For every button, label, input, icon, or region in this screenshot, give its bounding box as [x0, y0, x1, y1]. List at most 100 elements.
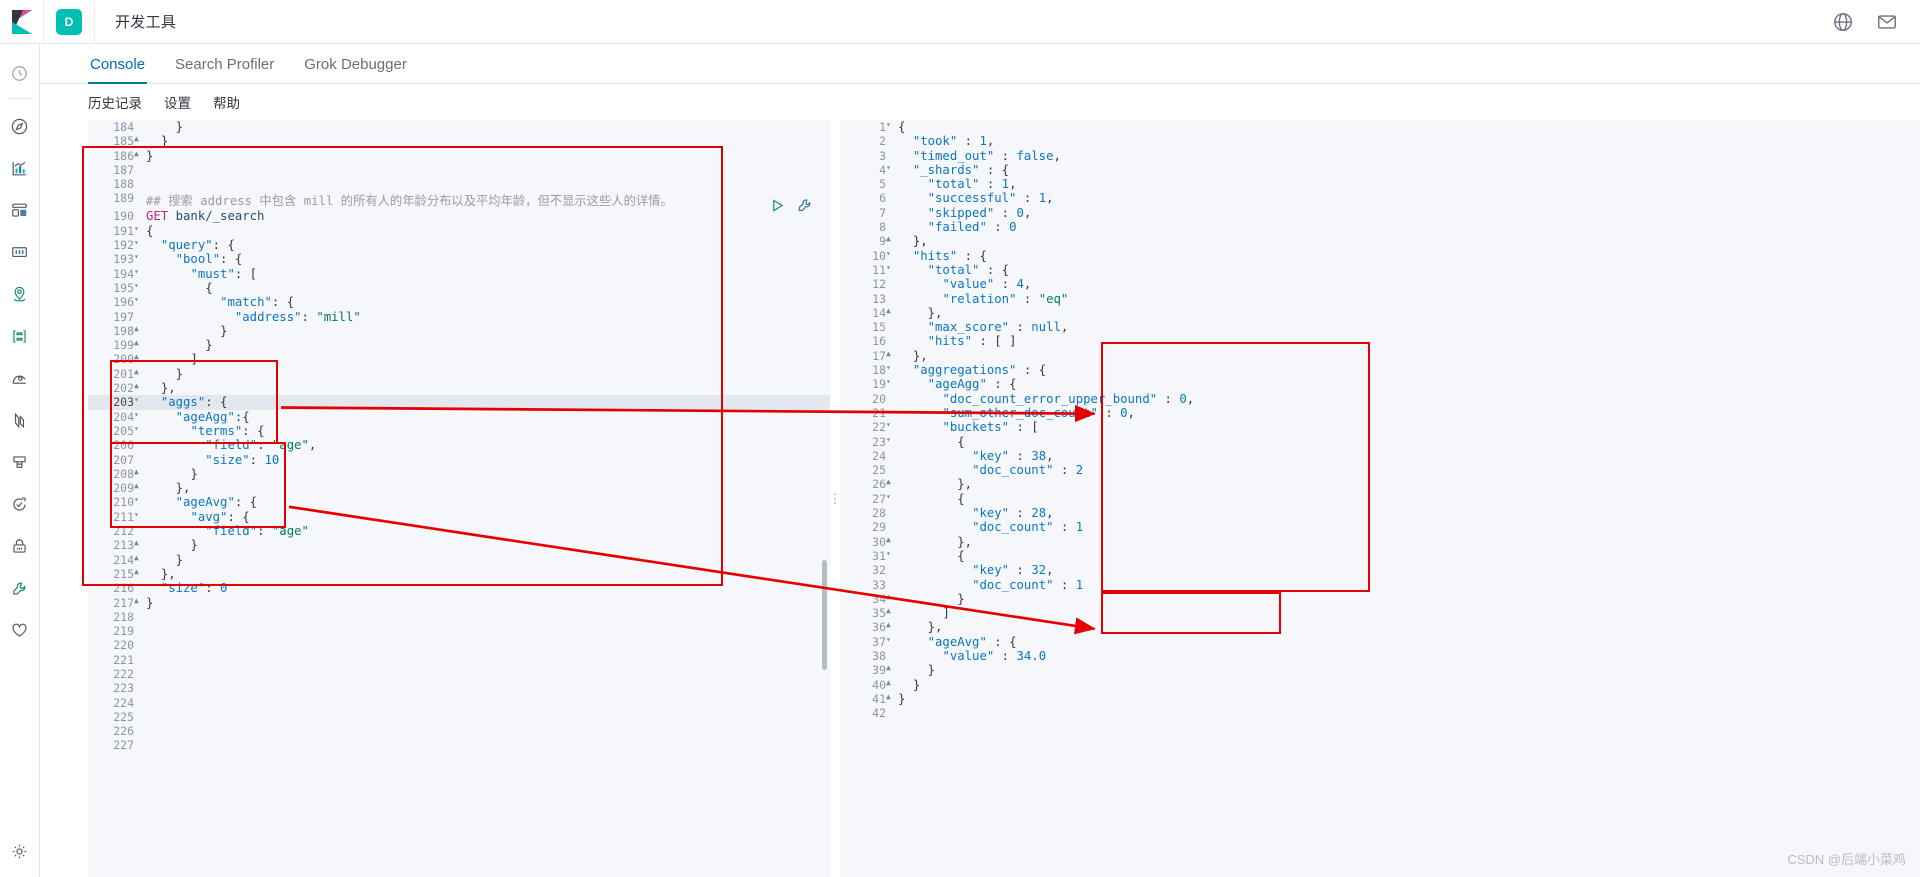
- fold-toggle-icon[interactable]: [134, 710, 146, 724]
- code-line[interactable]: 202 ▲ },: [88, 381, 830, 396]
- fold-toggle-icon[interactable]: ▾: [134, 395, 146, 410]
- code-line[interactable]: 224: [88, 695, 830, 710]
- fold-toggle-icon[interactable]: [886, 520, 898, 534]
- globe-icon[interactable]: [1832, 11, 1854, 33]
- fold-toggle-icon[interactable]: [886, 134, 898, 148]
- fold-toggle-icon[interactable]: [886, 206, 898, 220]
- fold-toggle-icon[interactable]: ▲: [134, 338, 146, 352]
- rail-item-discover[interactable]: [0, 105, 40, 147]
- play-icon[interactable]: [770, 198, 785, 213]
- fold-toggle-icon[interactable]: ▾: [134, 295, 146, 309]
- response-output-scroll[interactable]: 1 ▾{2 "took" : 1, 3 "timed_out" : false, 4 ▾…: [840, 120, 1920, 877]
- fold-toggle-icon[interactable]: ▾: [134, 495, 146, 509]
- code-line[interactable]: 42: [840, 706, 1920, 721]
- code-line[interactable]: 186 ▲}: [88, 148, 830, 163]
- fold-toggle-icon[interactable]: [134, 191, 146, 209]
- fold-toggle-icon[interactable]: ▾: [886, 435, 898, 449]
- code-line[interactable]: 221: [88, 652, 830, 667]
- fold-toggle-icon[interactable]: ▲: [886, 692, 898, 706]
- code-line[interactable]: 14 ▲ },: [840, 305, 1920, 321]
- code-line[interactable]: 198 ▲ }: [88, 323, 830, 339]
- code-line[interactable]: 30 ▲ },: [840, 534, 1920, 549]
- fold-toggle-icon[interactable]: ▾: [886, 635, 898, 649]
- code-line[interactable]: 189 ## 搜索 address 中包含 mill 的所有人的年龄分布以及平均年…: [88, 191, 830, 210]
- code-line[interactable]: 196 ▾ "match": {: [88, 295, 830, 310]
- code-line[interactable]: 204 ▾ "ageAgg":{: [88, 409, 830, 424]
- wrench-icon[interactable]: [797, 198, 812, 213]
- rail-item-visualize[interactable]: [0, 147, 40, 189]
- fold-toggle-icon[interactable]: ▲: [886, 306, 898, 320]
- code-line[interactable]: 200 ▲ ]: [88, 352, 830, 367]
- rail-item-apm[interactable]: [0, 441, 40, 483]
- rail-item-machine-learning[interactable]: [0, 315, 40, 357]
- fold-toggle-icon[interactable]: ▾: [134, 267, 146, 281]
- fold-toggle-icon[interactable]: ▲: [134, 481, 146, 495]
- code-line[interactable]: 5 "total" : 1,: [840, 177, 1920, 192]
- fold-toggle-icon[interactable]: [886, 706, 898, 720]
- code-line[interactable]: 222: [88, 666, 830, 682]
- code-line[interactable]: 214 ▲ }: [88, 552, 830, 567]
- submenu-item-history[interactable]: 历史记录: [88, 92, 142, 112]
- fold-toggle-icon[interactable]: [886, 320, 898, 334]
- fold-toggle-icon[interactable]: ▲: [134, 352, 146, 366]
- code-line[interactable]: 226: [88, 724, 830, 739]
- code-line[interactable]: 219: [88, 624, 830, 639]
- code-line[interactable]: 185 ▲ }: [88, 134, 830, 149]
- code-line[interactable]: 13 "relation" : "eq": [840, 291, 1920, 306]
- code-line[interactable]: 225: [88, 709, 830, 725]
- code-line[interactable]: 17 ▲ },: [840, 348, 1920, 364]
- request-editor-scrollbar[interactable]: [822, 560, 827, 670]
- fold-toggle-icon[interactable]: ▲: [886, 234, 898, 248]
- code-line[interactable]: 34 ▲ }: [840, 591, 1920, 607]
- fold-toggle-icon[interactable]: [886, 191, 898, 205]
- fold-toggle-icon[interactable]: ▲: [134, 538, 146, 552]
- fold-toggle-icon[interactable]: ▲: [134, 467, 146, 481]
- code-line[interactable]: 218: [88, 609, 830, 625]
- code-line[interactable]: 36 ▲ },: [840, 620, 1920, 635]
- tab-grok-debugger[interactable]: Grok Debugger: [302, 56, 409, 84]
- rail-item-canvas[interactable]: [0, 231, 40, 273]
- fold-toggle-icon[interactable]: [134, 453, 146, 467]
- fold-toggle-icon[interactable]: [134, 653, 146, 667]
- fold-toggle-icon[interactable]: ▾: [134, 281, 146, 295]
- fold-toggle-icon[interactable]: [134, 120, 146, 134]
- code-line[interactable]: 212 "field": "age": [88, 524, 830, 539]
- fold-toggle-icon[interactable]: ▾: [886, 549, 898, 563]
- code-line[interactable]: 199 ▲ }: [88, 338, 830, 353]
- code-line[interactable]: 16 "hits" : [ ]: [840, 334, 1920, 349]
- fold-toggle-icon[interactable]: [886, 649, 898, 663]
- fold-toggle-icon[interactable]: [886, 220, 898, 234]
- fold-toggle-icon[interactable]: [134, 209, 146, 223]
- code-line[interactable]: 213 ▲ }: [88, 538, 830, 553]
- fold-toggle-icon[interactable]: [886, 563, 898, 577]
- code-line[interactable]: 28 "key" : 28,: [840, 506, 1920, 521]
- fold-toggle-icon[interactable]: [134, 581, 146, 595]
- code-line[interactable]: 192 ▾ "query": {: [88, 238, 830, 253]
- code-line[interactable]: 220: [88, 638, 830, 653]
- code-line[interactable]: 184 }: [88, 120, 830, 135]
- fold-toggle-icon[interactable]: ▾: [134, 252, 146, 266]
- fold-toggle-icon[interactable]: ▾: [134, 510, 146, 524]
- fold-toggle-icon[interactable]: ▲: [134, 149, 146, 163]
- request-editor-code[interactable]: 184 } 185 ▲ } 186 ▲} 187 188 189 ## 搜索 address…: [88, 120, 830, 753]
- tab-console[interactable]: Console: [88, 56, 148, 84]
- fold-toggle-icon[interactable]: ▾: [886, 249, 898, 263]
- submenu-item-help[interactable]: 帮助: [213, 92, 240, 112]
- code-line[interactable]: 8 "failed" : 0: [840, 220, 1920, 235]
- fold-toggle-icon[interactable]: [134, 738, 146, 752]
- code-line[interactable]: 19 ▾ "ageAgg" : {: [840, 377, 1920, 392]
- code-line[interactable]: 32 "key" : 32,: [840, 563, 1920, 578]
- code-line[interactable]: 24 "key" : 38,: [840, 448, 1920, 464]
- fold-toggle-icon[interactable]: ▾: [134, 410, 146, 424]
- fold-toggle-icon[interactable]: [134, 177, 146, 191]
- fold-toggle-icon[interactable]: ▲: [886, 349, 898, 363]
- code-line[interactable]: 33 "doc_count" : 1: [840, 577, 1920, 592]
- space-selector[interactable]: D: [44, 0, 95, 43]
- code-line[interactable]: 26 ▲ },: [840, 477, 1920, 492]
- rail-item-monitoring[interactable]: [0, 609, 40, 651]
- code-line[interactable]: 35 ▲ ]: [840, 606, 1920, 621]
- code-line[interactable]: 20 "doc_count_error_upper_bound" : 0,: [840, 391, 1920, 406]
- code-line[interactable]: 29 "doc_count" : 1: [840, 520, 1920, 535]
- kibana-logo[interactable]: [0, 0, 44, 43]
- code-line[interactable]: 23 ▾ {: [840, 434, 1920, 449]
